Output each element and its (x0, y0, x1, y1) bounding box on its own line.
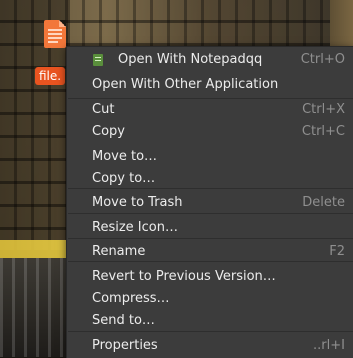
menu-item-label: Compress… (92, 291, 170, 306)
menu-item-label: Send to… (92, 313, 155, 328)
menu-item-label: Cut (92, 102, 115, 117)
menu-item-move-to-trash[interactable]: Move to Trash Delete (67, 192, 353, 214)
menu-item-send-to[interactable]: Send to… (67, 310, 353, 332)
menu-item-label: Revert to Previous Version… (92, 269, 276, 284)
menu-item-compress[interactable]: Compress… (67, 288, 353, 310)
menu-separator (68, 331, 353, 332)
menu-separator (68, 261, 353, 262)
menu-item-rename[interactable]: Rename F2 (67, 241, 353, 263)
menu-item-shortcut: F2 (329, 244, 345, 259)
context-menu: Open With Notepadqq Ctrl+O Open With Oth… (66, 46, 353, 358)
menu-item-shortcut: Ctrl+X (302, 102, 345, 117)
menu-item-label: Move to… (92, 149, 158, 164)
menu-item-label: Copy to… (92, 171, 156, 186)
menu-item-label: Open With Notepadqq (118, 52, 263, 67)
desktop-file-label[interactable]: file. (35, 67, 66, 85)
menu-item-copy-to[interactable]: Copy to… (67, 168, 353, 190)
menu-separator (68, 188, 353, 189)
menu-item-cut[interactable]: Cut Ctrl+X (67, 99, 353, 121)
menu-item-shortcut: Delete (302, 195, 345, 210)
menu-item-label: Properties (92, 338, 158, 353)
menu-item-shortcut: ..rl+I (313, 338, 345, 353)
menu-item-open-with-notepadqq[interactable]: Open With Notepadqq Ctrl+O (67, 49, 353, 71)
menu-item-resize-icon[interactable]: Resize Icon… (67, 217, 353, 239)
menu-separator (68, 238, 353, 239)
menu-item-revert-to-previous-version[interactable]: Revert to Previous Version… (67, 266, 353, 288)
text-file-icon (44, 20, 66, 48)
menu-item-label: Rename (92, 244, 146, 259)
notepadqq-icon (93, 54, 103, 66)
menu-item-label: Resize Icon… (92, 220, 178, 235)
menu-item-shortcut: Ctrl+C (301, 124, 345, 139)
menu-item-label: Move to Trash (92, 195, 183, 210)
menu-item-move-to[interactable]: Move to… (67, 146, 353, 168)
menu-item-properties[interactable]: Properties ..rl+I (67, 335, 353, 357)
menu-item-open-with-other-application[interactable]: Open With Other Application (67, 74, 353, 96)
menu-item-label: Copy (92, 124, 125, 139)
menu-item-copy[interactable]: Copy Ctrl+C (67, 121, 353, 143)
desktop-file-icon[interactable] (44, 20, 66, 64)
menu-item-shortcut: Ctrl+O (300, 52, 345, 67)
menu-item-label: Open With Other Application (92, 77, 279, 92)
menu-separator (68, 213, 353, 214)
